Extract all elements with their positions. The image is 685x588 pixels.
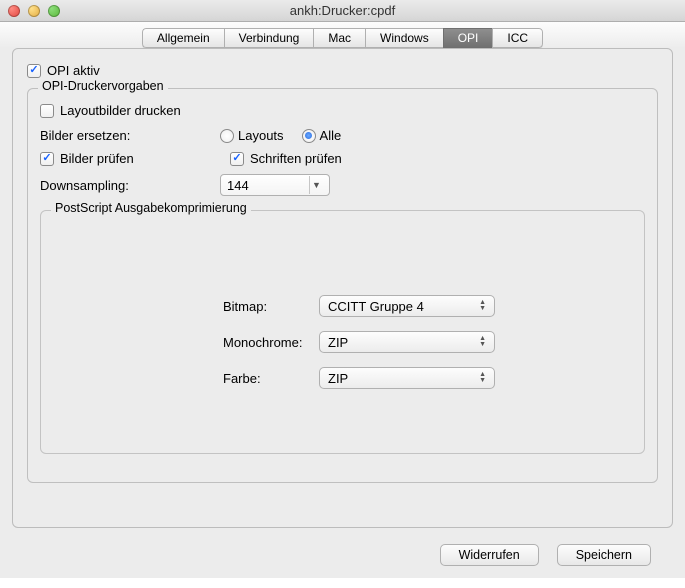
- mono-popup[interactable]: ZIP ▲▼: [319, 331, 495, 353]
- mono-label: Monochrome:: [223, 335, 319, 350]
- save-button[interactable]: Speichern: [557, 544, 651, 566]
- radio-alle[interactable]: Alle: [302, 128, 342, 143]
- downsampling-label: Downsampling:: [40, 178, 180, 193]
- radio-layouts-label: Layouts: [238, 128, 284, 143]
- opi-aktiv-label: OPI aktiv: [47, 63, 100, 78]
- stepper-arrows-icon: ▲▼: [479, 300, 486, 312]
- chevron-down-icon: ▼: [309, 176, 323, 194]
- opi-group-legend: OPI-Druckervorgaben: [38, 79, 168, 93]
- tab-mac[interactable]: Mac: [313, 28, 365, 48]
- downsampling-combo[interactable]: 144 ▼: [220, 174, 330, 196]
- bilder-pruefen-checkbox[interactable]: [40, 152, 54, 166]
- minimize-icon[interactable]: [28, 5, 40, 17]
- layoutbilder-label: Layoutbilder drucken: [60, 103, 181, 118]
- radio-layouts[interactable]: Layouts: [220, 128, 284, 143]
- schriften-pruefen-checkbox[interactable]: [230, 152, 244, 166]
- stepper-arrows-icon: ▲▼: [479, 372, 486, 384]
- compress-group-legend: PostScript Ausgabekomprimierung: [51, 201, 251, 215]
- main-panel: OPI aktiv OPI-Druckervorgaben Layoutbild…: [12, 48, 673, 528]
- tab-opi[interactable]: OPI: [443, 28, 493, 48]
- bitmap-label: Bitmap:: [223, 299, 319, 314]
- schriften-pruefen-label: Schriften prüfen: [250, 151, 342, 166]
- downsampling-value: 144: [227, 178, 249, 193]
- close-icon[interactable]: [8, 5, 20, 17]
- opi-settings-group: OPI-Druckervorgaben Layoutbilder drucken…: [27, 88, 658, 483]
- mono-value: ZIP: [328, 335, 348, 350]
- bilder-ersetzen-label: Bilder ersetzen:: [40, 128, 180, 143]
- opi-aktiv-checkbox[interactable]: [27, 64, 41, 78]
- tab-verbindung[interactable]: Verbindung: [224, 28, 314, 48]
- tab-bar: Allgemein Verbindung Mac Windows OPI ICC: [0, 22, 685, 48]
- radio-alle-label: Alle: [320, 128, 342, 143]
- tab-icc[interactable]: ICC: [492, 28, 543, 48]
- bilder-pruefen-label: Bilder prüfen: [60, 151, 134, 166]
- stepper-arrows-icon: ▲▼: [479, 336, 486, 348]
- layoutbilder-checkbox[interactable]: [40, 104, 54, 118]
- tab-windows[interactable]: Windows: [365, 28, 443, 48]
- bitmap-value: CCITT Gruppe 4: [328, 299, 424, 314]
- farbe-label: Farbe:: [223, 371, 319, 386]
- zoom-icon[interactable]: [48, 5, 60, 17]
- farbe-popup[interactable]: ZIP ▲▼: [319, 367, 495, 389]
- revert-button[interactable]: Widerrufen: [440, 544, 539, 566]
- window-titlebar: ankh:Drucker:cpdf: [0, 0, 685, 22]
- farbe-value: ZIP: [328, 371, 348, 386]
- bitmap-popup[interactable]: CCITT Gruppe 4 ▲▼: [319, 295, 495, 317]
- tab-allgemein[interactable]: Allgemein: [142, 28, 224, 48]
- window-title: ankh:Drucker:cpdf: [0, 3, 685, 18]
- postscript-compress-group: PostScript Ausgabekomprimierung Bitmap: …: [40, 210, 645, 454]
